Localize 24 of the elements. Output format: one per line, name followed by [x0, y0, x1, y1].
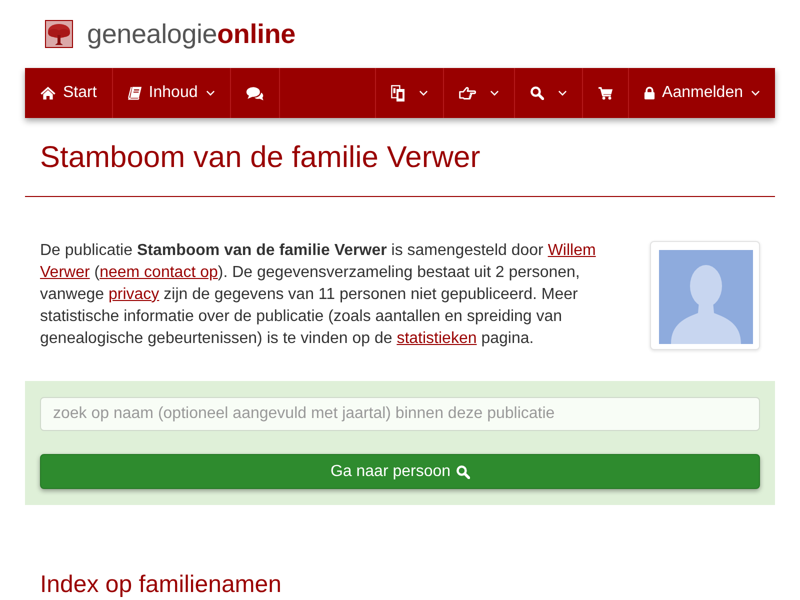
- book-icon: [128, 86, 142, 100]
- page-title: Stamboom van de familie Verwer: [25, 118, 775, 197]
- home-icon: [40, 86, 56, 100]
- overlapping-pages-icon: [391, 84, 406, 102]
- search-icon: [456, 464, 470, 478]
- nav-menu-item[interactable]: Inhoud: [112, 68, 231, 118]
- go-to-person-button[interactable]: Ga naar persoon: [40, 454, 760, 489]
- search-icon: [530, 86, 544, 100]
- shopping-cart-icon: [598, 86, 614, 100]
- text-link[interactable]: neem contact op: [100, 264, 218, 281]
- tree-logo-icon: [45, 20, 73, 48]
- intro-paragraph: De publicatie Stamboom van de familie Verwer is samengesteld door Willem Verwer (neem contact op). De gegevensverzameling bestaat uit 2 personen, vanwege privacy zijn de gegevens van 11 personen niet gepubliceerd. Meer statistische informatie over de publicatie (zoals aantallen en spreiding van genealogische gebeurtenissen) is te vinden op de statistieken pagina.: [40, 241, 597, 349]
- speech-bubbles-icon: [246, 86, 264, 100]
- text-link[interactable]: statistieken: [396, 330, 477, 347]
- section-heading: Index op familienamen: [39, 571, 282, 599]
- pointing-hand-icon: [459, 86, 476, 100]
- site-logo-text[interactable]: genealogieonline: [87, 18, 296, 50]
- text-link[interactable]: privacy: [108, 286, 160, 303]
- lock-icon: [644, 86, 656, 100]
- search-field[interactable]: zoek op naam (optioneel aangevuld met jaartal) binnen deze publicatie: [40, 397, 760, 431]
- nav-menu-item[interactable]: Aanmelden: [628, 68, 775, 118]
- text-link[interactable]: Verwer: [40, 264, 90, 281]
- text-link[interactable]: Willem: [548, 242, 596, 259]
- nav-menu-item[interactable]: Start: [25, 68, 113, 118]
